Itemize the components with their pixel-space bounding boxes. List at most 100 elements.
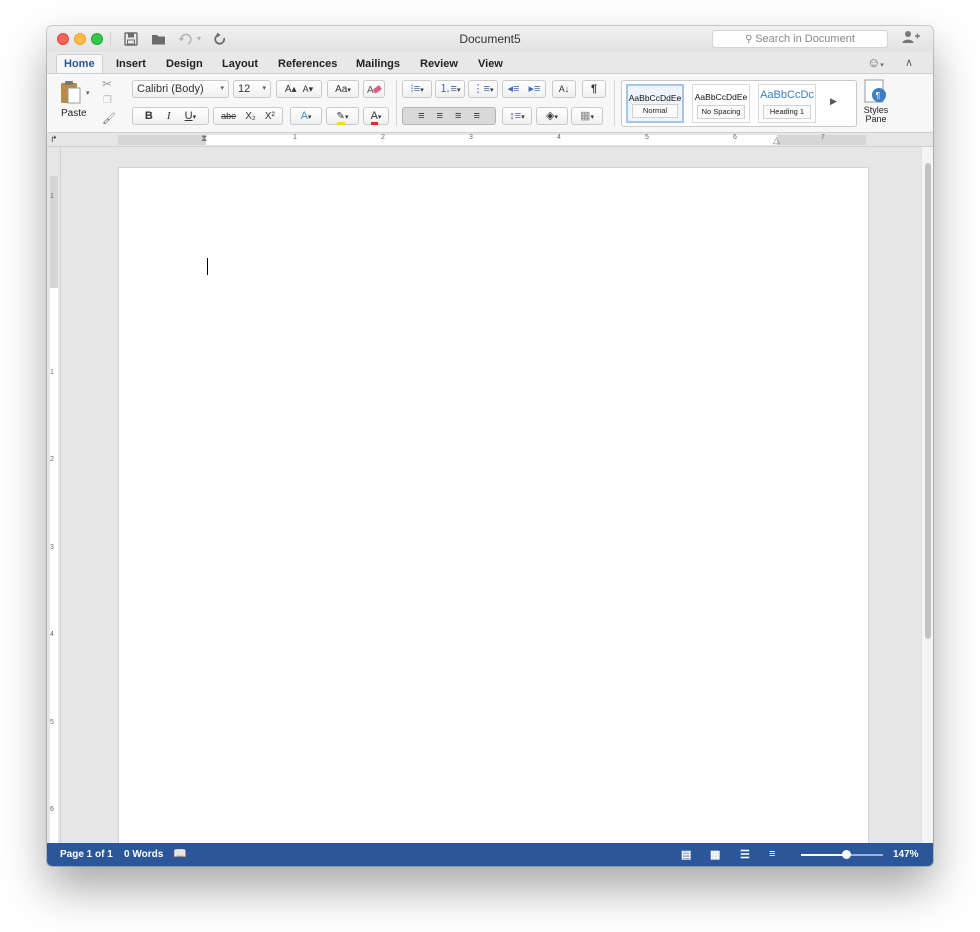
word-count[interactable]: 0 Words xyxy=(124,849,163,860)
text-effects-button[interactable]: A▾ xyxy=(290,107,322,125)
change-case-button[interactable]: Aa▾ xyxy=(327,80,359,98)
sort-button[interactable]: A↓ xyxy=(552,80,576,98)
ruler-number: 7 xyxy=(821,134,825,141)
paste-dropdown-icon[interactable]: ▾ xyxy=(86,89,90,97)
document-area: 1 1 2 3 4 5 6 xyxy=(47,147,933,843)
styles-gallery-next-icon[interactable]: ▶ xyxy=(830,96,837,107)
page-count[interactable]: Page 1 of 1 xyxy=(60,849,113,860)
styles-gallery: AaBbCcDdEe Normal AaBbCcDdEe No Spacing … xyxy=(621,80,857,127)
line-spacing-icon: ↕≡ xyxy=(509,110,522,122)
chevron-down-icon: ▾ xyxy=(590,114,594,121)
ruler-number: 4 xyxy=(50,631,54,638)
outline-view-icon[interactable]: ☰ xyxy=(740,848,750,861)
underline-button[interactable]: U xyxy=(185,110,193,122)
chevron-down-icon: ▾ xyxy=(521,114,525,121)
style-sample: AaBbCcDc xyxy=(760,89,814,101)
feedback-smiley-icon[interactable]: ☺▾ xyxy=(867,55,884,70)
justify-icon[interactable]: ≡ xyxy=(474,110,480,122)
print-layout-view-icon[interactable]: ▤ xyxy=(681,848,691,861)
search-in-document-input[interactable]: ⚲ Search in Document xyxy=(712,30,888,48)
tab-design[interactable]: Design xyxy=(159,55,210,73)
proofing-book-icon[interactable]: 📖 xyxy=(173,847,187,860)
style-sample: AaBbCcDdEe xyxy=(628,93,682,103)
font-name-dropdown[interactable]: Calibri (Body) ▾ xyxy=(132,80,229,98)
style-label: No Spacing xyxy=(697,105,745,119)
bulleted-list-icon: ⁝≡ xyxy=(410,83,421,95)
alignment-buttons: ≡ ≡ ≡ ≡ xyxy=(402,107,496,125)
grow-font-icon[interactable]: A▴ xyxy=(285,84,297,95)
align-center-icon[interactable]: ≡ xyxy=(437,110,443,122)
horizontal-ruler[interactable]: ↱ ⧗ △ 1 2 3 4 5 6 7 xyxy=(47,133,933,147)
tab-insert[interactable]: Insert xyxy=(109,55,153,73)
title-bar: ▾ Document5 ⚲ Search in Document xyxy=(47,26,933,52)
tab-review[interactable]: Review xyxy=(413,55,465,73)
tab-view[interactable]: View xyxy=(471,55,510,73)
change-case-icon: Aa xyxy=(335,84,348,95)
document-page[interactable] xyxy=(118,167,869,843)
collapse-ribbon-icon[interactable]: ∧ xyxy=(905,56,913,69)
chevron-down-icon: ▾ xyxy=(347,87,351,94)
web-layout-view-icon[interactable]: ▦ xyxy=(710,848,720,861)
align-right-icon[interactable]: ≡ xyxy=(455,110,461,122)
superscript-button[interactable]: X² xyxy=(265,111,275,122)
decrease-indent-icon[interactable]: ◂≡ xyxy=(508,83,520,95)
clipboard-icon xyxy=(61,81,81,104)
group-separator xyxy=(396,80,397,126)
tab-home[interactable]: Home xyxy=(56,54,103,73)
bold-button[interactable]: B xyxy=(145,110,153,122)
zoom-slider-knob[interactable] xyxy=(842,850,852,859)
chevron-down-icon: ▾ xyxy=(192,114,197,121)
grow-shrink-font-buttons[interactable]: A▴ A▾ xyxy=(276,80,322,98)
line-spacing-button[interactable]: ↕≡▾ xyxy=(502,107,532,125)
italic-button[interactable]: I xyxy=(167,110,171,122)
chevron-down-icon: ▾ xyxy=(456,87,461,94)
show-formatting-marks-button[interactable]: ¶ xyxy=(582,80,606,98)
clear-formatting-button[interactable]: A xyxy=(363,80,385,98)
home-ribbon: ▾ Paste ✂ ❐ 🖌 Calibri (Body) ▾ 12 ▾ A▴ A… xyxy=(47,73,933,133)
scrollbar-thumb[interactable] xyxy=(925,163,931,639)
share-person-icon[interactable] xyxy=(902,30,920,47)
cut-scissors-icon[interactable]: ✂ xyxy=(102,77,112,91)
ruler-number: 6 xyxy=(50,806,54,813)
zoom-percent[interactable]: 147% xyxy=(893,849,919,860)
align-left-icon[interactable]: ≡ xyxy=(418,110,424,122)
tab-mailings[interactable]: Mailings xyxy=(349,55,407,73)
copy-icon[interactable]: ❐ xyxy=(103,95,112,106)
text-cursor xyxy=(207,258,208,275)
indent-marker-icon[interactable]: ⧗ xyxy=(201,133,207,144)
font-size-value: 12 xyxy=(238,83,251,95)
strike-sub-sup-buttons: abe X₂ X² xyxy=(213,107,283,125)
borders-icon: ▦ xyxy=(580,110,591,122)
ruler-number: 4 xyxy=(557,134,561,141)
paste-button[interactable]: ▾ Paste xyxy=(57,80,91,120)
right-indent-marker-icon[interactable]: △ xyxy=(773,135,780,146)
vertical-ruler[interactable]: 1 1 2 3 4 5 6 xyxy=(47,147,61,843)
shrink-font-icon[interactable]: A▾ xyxy=(303,84,314,94)
zoom-slider-fill xyxy=(801,854,847,856)
vertical-scrollbar[interactable] xyxy=(921,147,933,843)
left-margin xyxy=(118,135,206,145)
strikethrough-button[interactable]: abe xyxy=(221,111,236,121)
multilevel-list-button[interactable]: ⋮≡▾ xyxy=(468,80,498,98)
highlight-color-button[interactable]: ✎▾ xyxy=(326,107,359,125)
styles-pane-button[interactable]: ¶ Styles Pane xyxy=(859,78,893,128)
ruler-number: 1 xyxy=(293,134,297,141)
tab-layout[interactable]: Layout xyxy=(215,55,265,73)
tab-selector-icon[interactable]: ↱ xyxy=(50,134,58,145)
chevron-down-icon: ▾ xyxy=(220,85,224,92)
draft-view-icon[interactable]: ≡ xyxy=(769,848,775,860)
font-size-dropdown[interactable]: 12 ▾ xyxy=(233,80,271,98)
bullets-button[interactable]: ⁝≡▾ xyxy=(402,80,432,98)
ruler-number: 3 xyxy=(50,544,54,551)
subscript-button[interactable]: X₂ xyxy=(245,111,256,122)
style-normal[interactable]: AaBbCcDdEe Normal xyxy=(626,84,684,123)
style-heading-1[interactable]: AaBbCcDc Heading 1 xyxy=(758,84,816,123)
format-painter-icon[interactable]: 🖌 xyxy=(102,112,116,125)
shading-button[interactable]: ◈▾ xyxy=(536,107,568,125)
borders-button[interactable]: ▦▾ xyxy=(571,107,603,125)
numbering-button[interactable]: ⒈≡▾ xyxy=(435,80,465,98)
style-no-spacing[interactable]: AaBbCcDdEe No Spacing xyxy=(692,84,750,123)
tab-references[interactable]: References xyxy=(271,55,344,73)
increase-indent-icon[interactable]: ▸≡ xyxy=(529,83,541,95)
font-color-button[interactable]: A▾ xyxy=(363,107,389,125)
